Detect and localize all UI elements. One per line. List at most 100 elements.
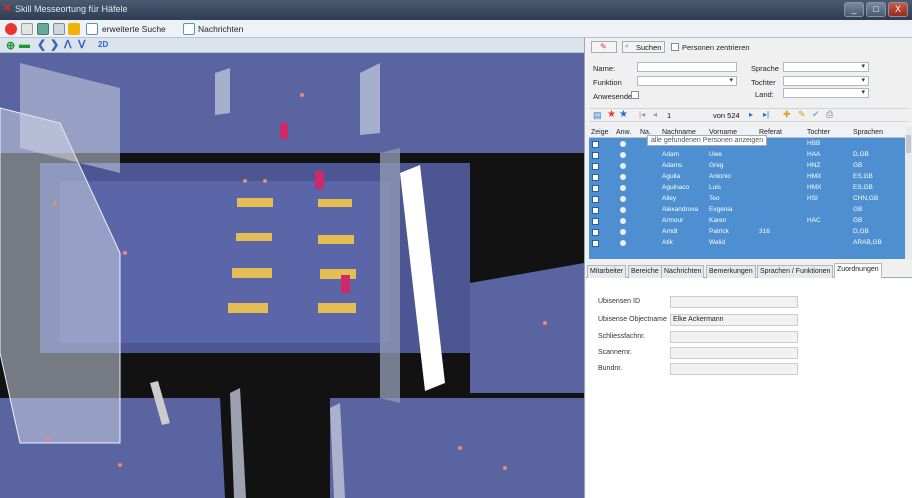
- cell-first: Luis: [709, 184, 721, 191]
- confirm-icon[interactable]: ✔: [812, 109, 820, 120]
- export-icon[interactable]: ▤: [593, 110, 602, 121]
- cell-lang: D,GB: [853, 151, 869, 158]
- key-icon[interactable]: [68, 23, 80, 35]
- table-row[interactable]: Alexandrova Evgenia GB: [589, 205, 905, 216]
- extended-search-button[interactable]: erweiterte Suche: [102, 24, 166, 34]
- stop-icon[interactable]: [5, 23, 17, 35]
- tab-employees[interactable]: Mitarbeiter: [587, 265, 627, 278]
- messages-button[interactable]: Nachrichten: [198, 24, 243, 34]
- main-toolbar: erweiterte Suche Nachrichten: [0, 20, 912, 38]
- detail-tabs: Mitarbeiter Bereiche Nachrichten Bemerku…: [586, 262, 912, 279]
- scanner-field[interactable]: [670, 347, 798, 359]
- extended-search-icon[interactable]: [86, 23, 98, 35]
- search-button-label: Suchen: [636, 43, 662, 52]
- language-select[interactable]: [783, 62, 869, 72]
- image-icon[interactable]: [37, 23, 49, 35]
- zoom-in-icon[interactable]: ⊕: [6, 39, 15, 52]
- arrow-down-icon[interactable]: ᐯ: [78, 38, 86, 51]
- show-checkbox[interactable]: [592, 196, 599, 203]
- table-row[interactable]: Arndt Patrick 316 D,GB: [589, 227, 905, 238]
- star-red-icon[interactable]: ★: [607, 109, 616, 120]
- blank-page-icon[interactable]: [21, 23, 33, 35]
- center-persons-checkbox[interactable]: [671, 43, 679, 51]
- scrollbar-thumb[interactable]: [906, 135, 911, 153]
- cell-sub: HAC: [807, 217, 821, 224]
- print-icon[interactable]: ⎙: [826, 109, 833, 120]
- tab-languages-functions[interactable]: Sprachen / Funktionen: [757, 265, 834, 278]
- cell-lang: GB: [853, 206, 863, 213]
- search-button[interactable]: ⌕ Suchen: [622, 41, 665, 53]
- cell-sub: HAA: [807, 151, 821, 158]
- presence-icon: [620, 141, 626, 147]
- cell-sub: HMX: [807, 173, 822, 180]
- settings-icon[interactable]: [53, 23, 65, 35]
- previous-record-icon[interactable]: ◂: [653, 110, 657, 119]
- table-row[interactable]: Alley Teo HSI CHN,GB: [589, 194, 905, 205]
- column-present[interactable]: Anw.: [616, 129, 631, 136]
- next-record-icon[interactable]: ▸: [749, 110, 753, 119]
- record-total: von 524: [713, 111, 740, 120]
- first-record-icon[interactable]: |◂: [639, 110, 645, 119]
- presence-icon: [620, 152, 626, 158]
- 3d-floor-view[interactable]: [0, 53, 584, 498]
- name-field[interactable]: [637, 62, 737, 72]
- show-checkbox[interactable]: [592, 174, 599, 181]
- minimize-button[interactable]: _: [844, 2, 864, 17]
- name-label: Name:: [593, 64, 616, 73]
- show-checkbox[interactable]: [592, 218, 599, 225]
- show-checkbox[interactable]: [592, 229, 599, 236]
- column-languages[interactable]: Sprachen: [853, 129, 883, 136]
- cell-sub: HMX: [807, 184, 822, 191]
- maximize-button[interactable]: □: [866, 2, 886, 17]
- arrow-left-icon[interactable]: ❮: [37, 38, 46, 51]
- table-row[interactable]: Aguinaco Luis HMX ES,GB: [589, 183, 905, 194]
- table-row[interactable]: Aguila Antonio HMX ES,GB: [589, 172, 905, 183]
- arrow-up-icon[interactable]: ᐱ: [64, 38, 72, 51]
- table-row[interactable]: Adam Uwe HAA D,GB: [589, 150, 905, 161]
- show-checkbox[interactable]: [592, 163, 599, 170]
- tab-remarks[interactable]: Bemerkungen: [706, 265, 756, 278]
- country-select[interactable]: [783, 88, 869, 98]
- object-name-field[interactable]: Elke Ackermann: [670, 314, 798, 326]
- cell-lang: CHN,GB: [853, 195, 879, 202]
- table-row[interactable]: Armour Karen HAC GB: [589, 216, 905, 227]
- edit-icon[interactable]: ✎: [798, 109, 806, 120]
- arrow-right-icon[interactable]: ❯: [50, 38, 59, 51]
- column-subsidiary[interactable]: Tochter: [807, 129, 830, 136]
- cell-first: Uwe: [709, 151, 723, 158]
- show-checkbox[interactable]: [592, 207, 599, 214]
- ubisense-id-field[interactable]: [670, 296, 798, 308]
- zoom-out-icon[interactable]: ▬: [19, 39, 30, 51]
- presence-icon: [620, 240, 626, 246]
- current-record[interactable]: 1: [667, 111, 671, 120]
- close-button[interactable]: X: [888, 2, 908, 17]
- tab-messages[interactable]: Nachrichten: [661, 265, 705, 278]
- cell-first: Evgenia: [709, 206, 733, 213]
- add-icon[interactable]: ✚: [783, 109, 791, 120]
- messages-icon[interactable]: [183, 23, 195, 35]
- present-checkbox[interactable]: [631, 91, 639, 99]
- show-checkbox[interactable]: [592, 152, 599, 159]
- column-show[interactable]: Zeige: [591, 129, 609, 136]
- function-select[interactable]: [637, 76, 737, 86]
- table-row[interactable]: Atik Walid ARAB,GB: [589, 238, 905, 249]
- locker-field[interactable]: [670, 331, 798, 343]
- grid-scrollbar[interactable]: [905, 127, 912, 259]
- cell-lang: ES,GB: [853, 184, 873, 191]
- cell-sub: HBB: [807, 140, 821, 147]
- tab-assignments[interactable]: Zuordnungen: [834, 263, 882, 279]
- tab-areas[interactable]: Bereiche: [628, 265, 662, 278]
- star-blue-icon[interactable]: ★: [619, 109, 628, 120]
- last-record-icon[interactable]: ▸|: [763, 110, 769, 119]
- bund-field[interactable]: [670, 363, 798, 375]
- show-checkbox[interactable]: [592, 185, 599, 192]
- presence-icon: [620, 174, 626, 180]
- show-checkbox[interactable]: [592, 240, 599, 247]
- object-name-label: Ubisense Objectname: [598, 316, 667, 323]
- 2d-toggle-button[interactable]: 2D: [98, 40, 108, 49]
- subsidiary-select[interactable]: [783, 76, 869, 86]
- show-checkbox[interactable]: [592, 141, 599, 148]
- clear-search-button[interactable]: ✎: [591, 41, 617, 53]
- cell-last: Adams: [662, 162, 683, 169]
- table-row[interactable]: Adams Greg HNZ GB: [589, 161, 905, 172]
